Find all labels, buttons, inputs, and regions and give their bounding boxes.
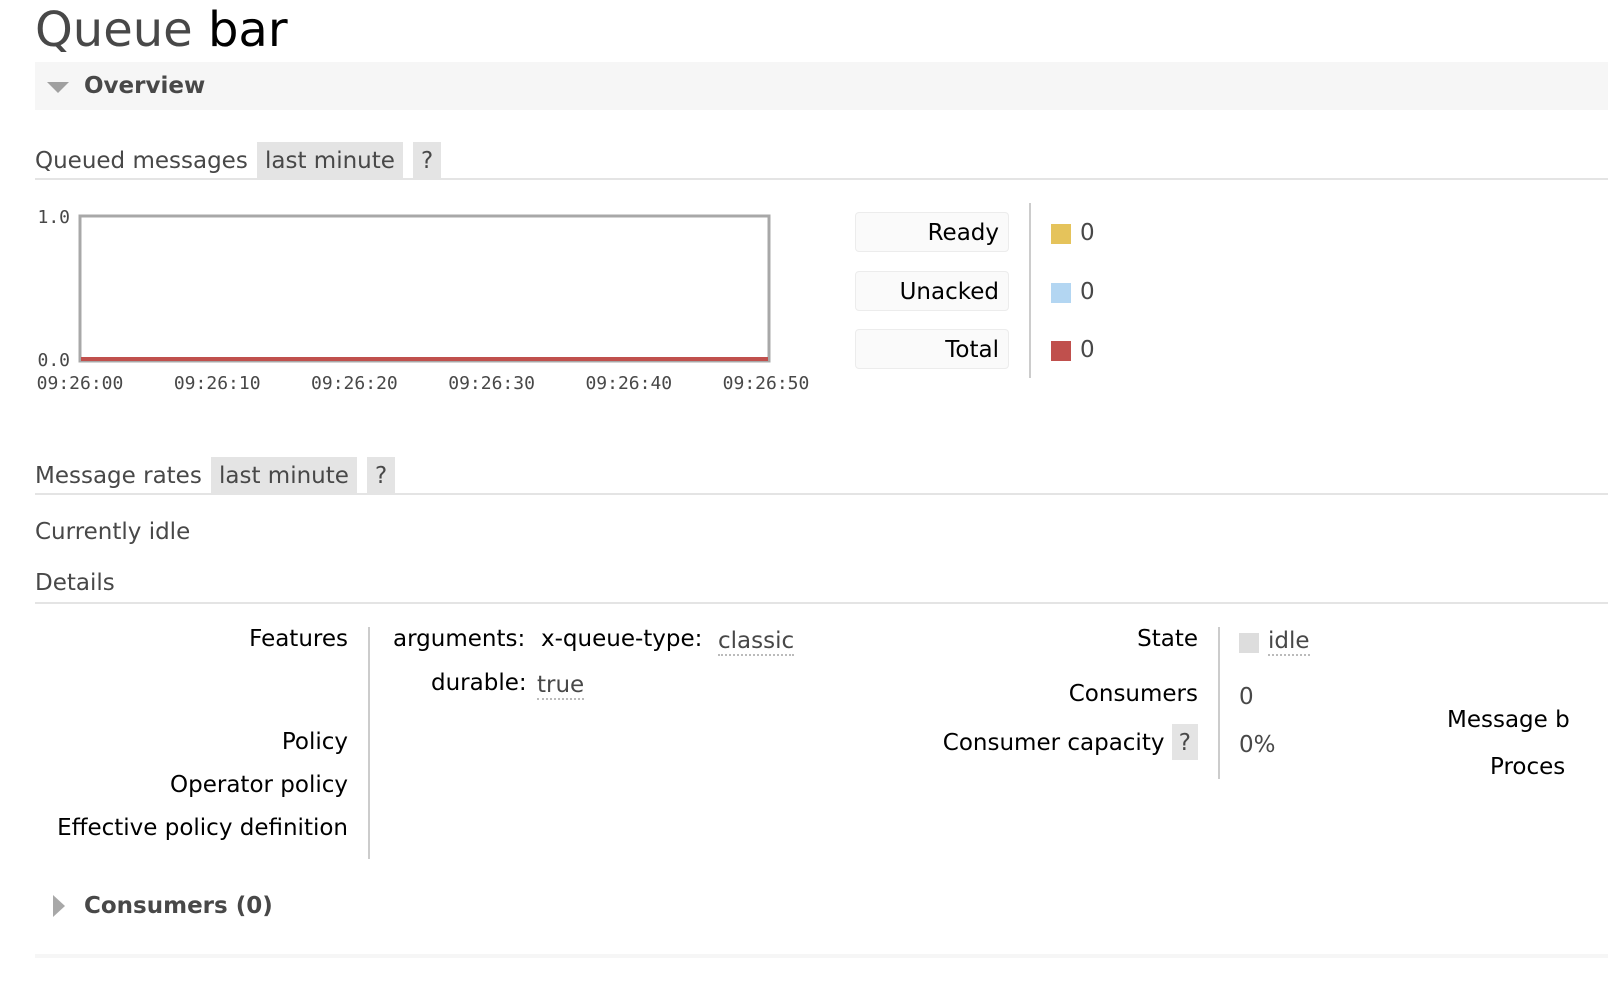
message-rates-status: Currently idle	[35, 519, 191, 545]
policy-label: Policy	[281, 729, 348, 755]
queue-type-value: classic	[718, 628, 795, 656]
legend-key-ready[interactable]: Ready	[855, 212, 1009, 252]
state-value: idle	[1268, 628, 1310, 656]
effective-policy-label: Effective policy definition	[57, 815, 348, 841]
x-tick-label: 09:26:20	[311, 373, 398, 394]
legend-divider	[1029, 203, 1031, 378]
queue-name: bar	[207, 2, 288, 58]
message-rates-help-button[interactable]: ?	[367, 457, 396, 493]
durable-value: true	[537, 672, 585, 700]
x-tick-label: 09:26:10	[174, 373, 261, 394]
ready-color-swatch	[1051, 224, 1071, 244]
consumers-value: 0	[1239, 684, 1254, 710]
collapse-triangle-icon	[47, 82, 69, 93]
queued-messages-header: Queued messages last minute ?	[35, 142, 1608, 180]
operator-policy-label: Operator policy	[170, 772, 348, 798]
queued-messages-range-button[interactable]: last minute	[257, 142, 403, 178]
message-bytes-label: Message b	[1447, 707, 1570, 733]
x-tick-label: 09:26:40	[585, 373, 672, 394]
chart-plot-area	[78, 214, 771, 363]
consumer-capacity-label: Consumer capacity	[942, 730, 1165, 756]
consumer-capacity-value: 0%	[1239, 732, 1276, 758]
overview-section-toggle[interactable]: Overview	[35, 62, 1608, 110]
legend-key-unacked[interactable]: Unacked	[855, 271, 1009, 311]
consumer-capacity-help-button[interactable]: ?	[1171, 724, 1198, 760]
durable-key: durable:	[431, 670, 527, 696]
expand-triangle-icon	[53, 895, 65, 917]
details-divider-left	[368, 627, 370, 859]
page-title-prefix: Queue	[35, 2, 193, 58]
page-title: Queue bar	[35, 2, 288, 58]
message-rates-label: Message rates	[35, 463, 202, 489]
queued-messages-chart: 0.0 1.0 09:26:00 09:26:10 09:26:20 09:26:30 0…	[37, 207, 810, 394]
consumers-label: Consumers	[1068, 681, 1198, 707]
unacked-count: 0	[1080, 279, 1095, 305]
details-label: Details	[35, 570, 115, 596]
process-memory-label: Proces	[1490, 754, 1566, 780]
y-tick-label: 1.0	[37, 207, 70, 228]
y-tick-label: 0.0	[37, 350, 70, 371]
features-label: Features	[249, 626, 348, 652]
x-tick-label: 09:26:00	[37, 373, 124, 394]
consumer-capacity-row: Consumer capacity ?	[943, 724, 1198, 761]
total-color-swatch	[1051, 341, 1071, 361]
arguments-label: arguments:	[393, 626, 526, 652]
details-divider-right	[1218, 627, 1220, 779]
queue-type-key: x-queue-type:	[541, 626, 703, 652]
state-label: State	[1137, 626, 1198, 652]
unacked-color-swatch	[1051, 283, 1071, 303]
x-tick-label: 09:26:30	[448, 373, 535, 394]
queued-messages-label: Queued messages	[35, 148, 248, 174]
legend-key-total[interactable]: Total	[855, 329, 1009, 369]
consumers-section-title: Consumers (0)	[84, 893, 273, 919]
total-count: 0	[1080, 337, 1095, 363]
details-header: Details	[35, 566, 1608, 604]
overview-title: Overview	[84, 73, 206, 99]
state-indicator-icon	[1239, 633, 1259, 653]
x-tick-label: 09:26:50	[723, 373, 810, 394]
message-rates-header: Message rates last minute ?	[35, 457, 1608, 495]
queued-messages-help-button[interactable]: ?	[413, 142, 442, 178]
ready-count: 0	[1080, 220, 1095, 246]
next-section-bar	[35, 954, 1608, 958]
message-rates-range-button[interactable]: last minute	[211, 457, 357, 493]
